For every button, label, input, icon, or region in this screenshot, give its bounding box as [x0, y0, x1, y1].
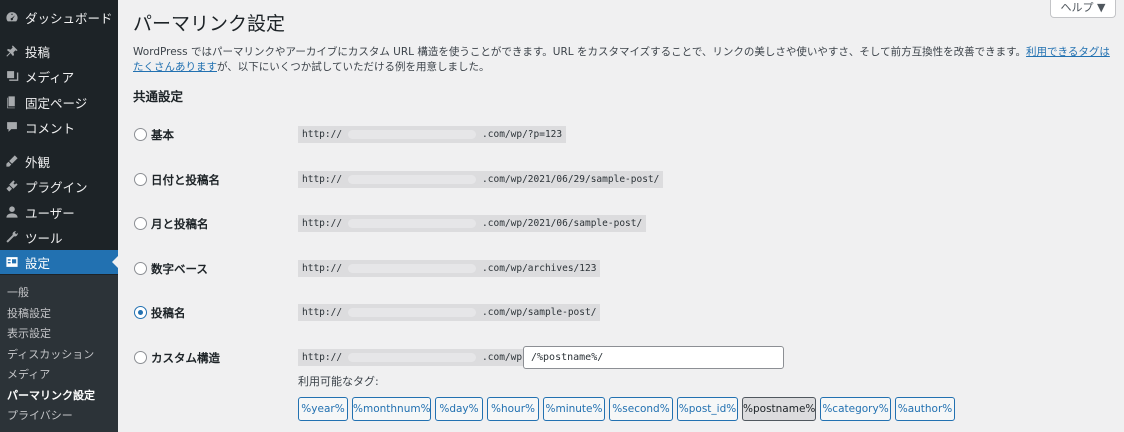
- option-label: 投稿名: [151, 306, 186, 320]
- menu-label: ツール: [25, 230, 63, 246]
- intro-text-part2: が、以下にいくつか試していただける例を用意しました。: [217, 61, 490, 73]
- url-example: http://.com/wp/sample-post/: [298, 304, 601, 321]
- settings-icon: [5, 255, 19, 269]
- blurred-domain: [342, 171, 483, 188]
- media-icon: [5, 69, 19, 83]
- blurred-domain: [342, 215, 483, 232]
- option-label: 月と投稿名: [151, 217, 209, 231]
- plugin-icon: [5, 179, 19, 193]
- menu-item-pages[interactable]: 固定ページ: [0, 89, 118, 115]
- url-example: http://.com/wp/2021/06/29/sample-post/: [298, 171, 664, 188]
- permalink-option-plain[interactable]: 基本 http://.com/wp/?p=123: [133, 125, 1033, 145]
- submenu-item-general[interactable]: 一般: [7, 284, 29, 300]
- option-label: カスタム構造: [151, 351, 220, 365]
- permalink-option-numeric[interactable]: 数字ベース http://.com/wp/archives/123: [133, 259, 1033, 279]
- comment-icon: [5, 120, 19, 134]
- radio-button[interactable]: [134, 128, 147, 141]
- submenu-item-privacy[interactable]: プライバシー: [7, 407, 73, 423]
- intro-text-part1: WordPress ではパーマリンクやアーカイブにカスタム URL 構造を使うこ…: [133, 46, 1027, 58]
- menu-item-comments[interactable]: コメント: [0, 114, 118, 140]
- tag-button-category[interactable]: %category%: [820, 397, 891, 421]
- page-title: パーマリンク設定: [133, 13, 286, 35]
- permalink-option-day-name[interactable]: 日付と投稿名 http://.com/wp/2021/06/29/sample-…: [133, 170, 1033, 190]
- menu-label: メディア: [25, 69, 75, 85]
- blurred-domain: [342, 349, 483, 366]
- menu-item-posts[interactable]: 投稿: [0, 38, 118, 64]
- pin-icon: [5, 44, 19, 58]
- menu-item-appearance[interactable]: 外観: [0, 148, 118, 174]
- menu-label: 設定: [25, 255, 51, 271]
- user-icon: [5, 205, 19, 219]
- tag-button-hour[interactable]: %hour%: [487, 397, 539, 421]
- main-content: ヘルプ ▼ パーマリンク設定 WordPress ではパーマリンクやアーカイブに…: [118, 0, 1124, 432]
- menu-label: 外観: [25, 154, 51, 170]
- blurred-domain: [342, 304, 483, 321]
- menu-label: プラグイン: [25, 179, 88, 195]
- url-example: http://.com/wp: [298, 349, 527, 366]
- blurred-domain: [342, 260, 483, 277]
- option-label: 基本: [151, 128, 174, 142]
- menu-item-users[interactable]: ユーザー: [0, 199, 118, 225]
- tag-button-postname[interactable]: %postname%: [742, 397, 816, 421]
- permalink-option-post-name[interactable]: 投稿名 http://.com/wp/sample-post/: [133, 303, 1033, 323]
- url-example: http://.com/wp/2021/06/sample-post/: [298, 215, 647, 232]
- url-example: http://.com/wp/archives/123: [298, 260, 601, 277]
- tag-button-year[interactable]: %year%: [298, 397, 348, 421]
- submenu-item-media[interactable]: メディア: [7, 366, 50, 382]
- option-label: 数字ベース: [151, 262, 208, 276]
- tool-icon: [5, 230, 19, 244]
- radio-button[interactable]: [134, 351, 147, 364]
- blurred-domain: [342, 126, 483, 143]
- submenu-item-permalinks[interactable]: パーマリンク設定: [7, 387, 95, 403]
- intro-text: WordPress ではパーマリンクやアーカイブにカスタム URL 構造を使うこ…: [133, 45, 1111, 75]
- appearance-icon: [5, 154, 19, 168]
- menu-item-dashboard[interactable]: ダッシュボード: [0, 4, 118, 30]
- menu-label: ユーザー: [25, 205, 75, 221]
- radio-button-selected[interactable]: [134, 306, 147, 319]
- section-title: 共通設定: [133, 89, 184, 104]
- tag-button-author[interactable]: %author%: [895, 397, 955, 421]
- submenu-item-reading[interactable]: 表示設定: [7, 325, 51, 341]
- menu-item-media[interactable]: メディア: [0, 63, 118, 89]
- menu-item-settings[interactable]: 設定: [0, 250, 118, 274]
- custom-structure-input[interactable]: /%postname%/: [523, 346, 784, 369]
- dashboard-icon: [5, 10, 19, 24]
- submenu-item-writing[interactable]: 投稿設定: [7, 305, 51, 321]
- radio-button[interactable]: [134, 262, 147, 275]
- menu-item-tools[interactable]: ツール: [0, 224, 118, 250]
- tag-button-post-id[interactable]: %post_id%: [677, 397, 738, 421]
- tag-button-monthnum[interactable]: %monthnum%: [352, 397, 431, 421]
- tag-button-day[interactable]: %day%: [435, 397, 483, 421]
- available-tags-label: 利用可能なタグ:: [298, 375, 379, 388]
- pages-icon: [5, 95, 19, 109]
- menu-label: 投稿: [25, 44, 51, 60]
- radio-button[interactable]: [134, 173, 147, 186]
- menu-item-plugins[interactable]: プラグイン: [0, 173, 118, 199]
- help-button[interactable]: ヘルプ ▼: [1050, 0, 1116, 18]
- menu-label: コメント: [25, 120, 76, 136]
- tag-button-minute[interactable]: %minute%: [543, 397, 605, 421]
- url-example: http://.com/wp/?p=123: [298, 126, 567, 143]
- menu-label: 固定ページ: [25, 95, 88, 111]
- option-label: 日付と投稿名: [151, 173, 220, 187]
- submenu-item-discussion[interactable]: ディスカッション: [7, 346, 94, 362]
- tag-button-second[interactable]: %second%: [609, 397, 673, 421]
- menu-label: ダッシュボード: [25, 10, 113, 26]
- radio-button[interactable]: [134, 217, 147, 230]
- admin-sidebar: ダッシュボード 投稿 メディア 固定ページ コメント 外観 プラグイン ユーザー…: [0, 0, 118, 432]
- permalink-option-month-name[interactable]: 月と投稿名 http://.com/wp/2021/06/sample-post…: [133, 214, 1033, 234]
- settings-submenu: 一般 投稿設定 表示設定 ディスカッション メディア パーマリンク設定 プライバ…: [0, 275, 118, 432]
